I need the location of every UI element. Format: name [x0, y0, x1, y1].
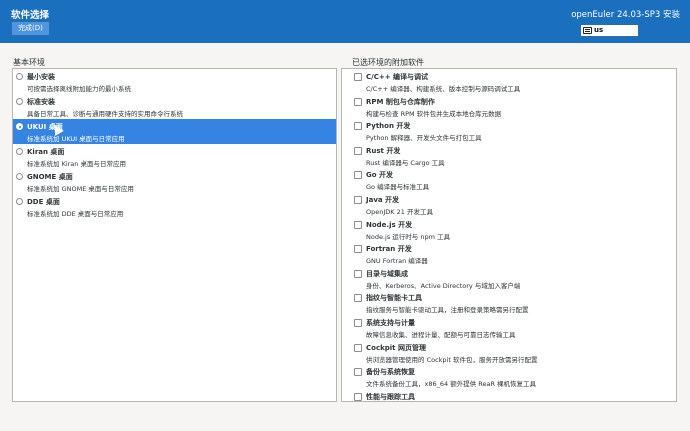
addons-list[interactable]: C/C++ 编译与调试 C/C++ 编译器、构建系统、版本控制与源码调试工具 RPM… — [341, 68, 677, 402]
addon-item-title: Python 开发 — [366, 122, 411, 131]
addon-item[interactable]: Node.js 开发 Node.js 运行时与 npm 工具 — [342, 217, 676, 242]
env-item-title: DDE 桌面 — [27, 198, 60, 206]
env-item-desc: 标准系统加 GNOME 桌面与日常应用 — [27, 185, 134, 193]
env-item[interactable]: 最小安装可按需选择离线附加能力的最小系统 — [13, 69, 336, 94]
addon-item-desc: 构建与检查 RPM 软件包并生成本地仓库元数据 — [366, 109, 502, 118]
addon-checkbox[interactable] — [354, 392, 362, 401]
addon-item-title: 目录与域集成 — [366, 269, 408, 278]
addon-item-desc: Rust 编译器与 Cargo 工具 — [366, 158, 445, 167]
addon-checkbox[interactable] — [354, 122, 362, 131]
addon-checkbox[interactable] — [354, 146, 362, 155]
addon-checkbox[interactable] — [354, 368, 362, 377]
addon-checkbox[interactable] — [354, 220, 362, 229]
base-environment-label: 基本环境 — [13, 58, 45, 67]
addon-item-desc: 指纹服务与智能卡驱动工具，注册和登录策略需另行配置 — [366, 306, 529, 315]
addon-checkbox[interactable] — [354, 269, 362, 278]
env-item-title: 最小安装 — [27, 73, 55, 81]
addon-item-desc: 文件系统备份工具，x86_64 额外提供 ReaR 裸机恢复工具 — [366, 380, 537, 389]
addon-item[interactable]: 系统支持与计量故障信息收集、进程计量、配额与可靠日志传输工具 — [342, 315, 676, 340]
addon-item-desc: C/C++ 编译器、构建系统、版本控制与源码调试工具 — [366, 85, 521, 93]
addon-item-desc: 供浏览器管理使用的 Cockpit 软件包，服务开放需另行配置 — [366, 355, 538, 364]
addon-item-title: 指纹与智能卡工具 — [366, 294, 422, 303]
keyboard-icon — [583, 27, 592, 34]
radio-button[interactable] — [16, 123, 23, 130]
addon-checkbox[interactable] — [354, 195, 362, 204]
env-item-title: Kiran 桌面 — [27, 148, 65, 156]
radio-button[interactable] — [16, 198, 23, 205]
addon-checkbox[interactable] — [354, 343, 362, 352]
addon-item-title: Go 开发 — [366, 171, 393, 180]
addon-item-title: RPM 制包与仓库制作 — [366, 97, 435, 106]
addon-item[interactable]: Java 开发 OpenJDK 21 开发工具 — [342, 192, 676, 217]
addon-item[interactable]: RPM 制包与仓库制作构建与检查 RPM 软件包并生成本地仓库元数据 — [342, 94, 676, 119]
keyboard-layout-label: us — [594, 26, 604, 34]
radio-button[interactable] — [16, 148, 23, 155]
addon-checkbox[interactable] — [354, 171, 362, 180]
env-item-desc: 可按需选择离线附加能力的最小系统 — [27, 85, 131, 93]
addon-checkbox[interactable] — [354, 73, 362, 81]
product-title: openEuler 24.03-SP3 安装 — [571, 10, 680, 20]
page-title: 软件选择 — [11, 10, 50, 21]
done-button[interactable]: 完成(D) — [11, 21, 50, 36]
addon-item-desc: Go 编译器与标准工具 — [366, 183, 430, 192]
env-item-desc: 具备日常工具、诊断与通用硬件支持的实用命令行系统 — [27, 110, 183, 118]
addons-label: 已选环境的附加软件 — [352, 58, 424, 67]
addon-item-desc: GNU Fortran 编译器 — [366, 257, 428, 266]
addon-item-desc: Python 解释器、开发头文件与打包工具 — [366, 134, 482, 143]
addon-item[interactable]: 指纹与智能卡工具指纹服务与智能卡驱动工具，注册和登录策略需另行配置 — [342, 290, 676, 315]
addon-item[interactable]: Python 开发 Python 解释器、开发头文件与打包工具 — [342, 118, 676, 143]
env-item-desc: 标准系统加 Kiran 桌面与日常应用 — [27, 160, 126, 168]
radio-button[interactable] — [16, 73, 23, 80]
addon-item-desc: 身份、Kerberos、Active Directory 与域加入客户端 — [366, 281, 521, 290]
addon-item[interactable]: Rust 开发 Rust 编译器与 Cargo 工具 — [342, 143, 676, 168]
env-item[interactable]: Kiran 桌面标准系统加 Kiran 桌面与日常应用 — [13, 144, 336, 169]
header-bar: 软件选择 完成(D) openEuler 24.03-SP3 安装 us — [0, 0, 690, 43]
addon-item[interactable]: Fortran 开发 GNU Fortran 编译器 — [342, 241, 676, 266]
addon-checkbox[interactable] — [354, 318, 362, 327]
env-item[interactable]: DDE 桌面标准系统加 DDE 桌面与日常应用 — [13, 194, 336, 219]
base-environment-list: 最小安装可按需选择离线附加能力的最小系统 标准安装具备日常工具、诊断与通用硬件支持… — [12, 68, 337, 402]
addon-item-desc: OpenJDK 21 开发工具 — [366, 207, 433, 216]
addon-checkbox[interactable] — [354, 245, 362, 254]
env-item-title: 标准安装 — [27, 98, 55, 106]
addon-item-title: 备份与系统恢复 — [366, 368, 415, 377]
addon-item-title: Rust 开发 — [366, 146, 401, 155]
addon-item-title: Java 开发 — [366, 195, 400, 204]
env-item-desc: 标准系统加 UKUI 桌面与日常应用 — [27, 135, 125, 143]
keyboard-layout-indicator[interactable]: us — [580, 24, 639, 37]
addon-item-title: 性能与跟踪工具 — [366, 392, 415, 401]
addon-item-desc: 故障信息收集、进程计量、配额与可靠日志传输工具 — [366, 330, 516, 339]
radio-button[interactable] — [16, 98, 23, 105]
addon-item-title: C/C++ 编译与调试 — [366, 73, 428, 81]
addon-item-title: Node.js 开发 — [366, 220, 413, 229]
env-item-desc: 标准系统加 DDE 桌面与日常应用 — [27, 210, 124, 218]
env-item[interactable]: GNOME 桌面标准系统加 GNOME 桌面与日常应用 — [13, 169, 336, 194]
addon-item[interactable]: C/C++ 编译与调试 C/C++ 编译器、构建系统、版本控制与源码调试工具 — [342, 69, 676, 94]
addon-item[interactable]: 性能与跟踪工具 — [342, 389, 676, 401]
addon-item-title: Fortran 开发 — [366, 245, 412, 254]
addon-checkbox[interactable] — [354, 294, 362, 303]
addon-checkbox[interactable] — [354, 97, 362, 106]
addon-item-title: 系统支持与计量 — [366, 318, 415, 327]
addon-item[interactable]: 备份与系统恢复文件系统备份工具，x86_64 额外提供 ReaR 裸机恢复工具 — [342, 364, 676, 389]
env-item[interactable]: 标准安装具备日常工具、诊断与通用硬件支持的实用命令行系统 — [13, 94, 336, 119]
radio-button[interactable] — [16, 173, 23, 180]
env-item-title: GNOME 桌面 — [27, 173, 73, 181]
addon-item[interactable]: Go 开发 Go 编译器与标准工具 — [342, 167, 676, 192]
addon-item-title: Cockpit 网页管理 — [366, 343, 426, 352]
addon-item[interactable]: Cockpit 网页管理供浏览器管理使用的 Cockpit 软件包，服务开放需另… — [342, 340, 676, 365]
addon-item-desc: Node.js 运行时与 npm 工具 — [366, 232, 450, 241]
addon-item[interactable]: 目录与域集成身份、Kerberos、Active Directory 与域加入客… — [342, 266, 676, 291]
